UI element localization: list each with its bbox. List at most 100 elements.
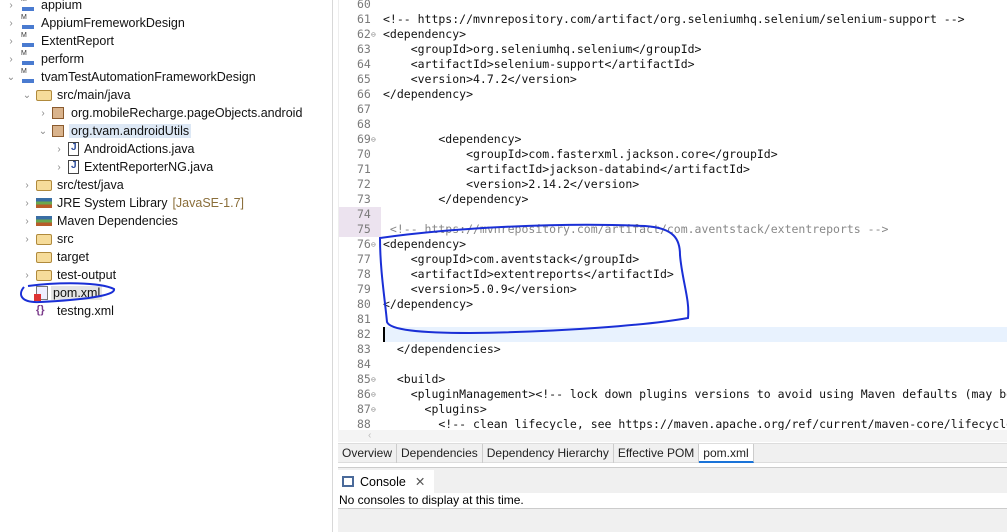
code-line[interactable] <box>383 312 1007 327</box>
chevron-right-icon[interactable]: › <box>4 36 18 47</box>
chevron-right-icon[interactable]: › <box>52 162 66 173</box>
chevron-down-icon[interactable]: ⌄ <box>4 72 18 83</box>
editor-tab[interactable]: Effective POM <box>614 444 700 463</box>
tree-item[interactable]: › AppiumFremeworkDesign <box>4 14 187 32</box>
tree-item-label: JRE System Library <box>57 196 168 210</box>
code-line[interactable]: </dependencies> <box>383 342 1007 357</box>
code-line[interactable]: <groupId>com.fasterxml.jackson.core</gro… <box>383 147 1007 162</box>
line-number-text: 64 <box>357 57 371 71</box>
line-number-text: 84 <box>357 357 371 371</box>
library-icon <box>36 216 52 226</box>
code-line[interactable]: <!-- https://mvnrepository.com/artifact/… <box>383 222 1007 237</box>
code-line[interactable]: <artifactId>jackson-databind</artifactId… <box>383 162 1007 177</box>
console-icon <box>342 476 354 487</box>
code-line[interactable]: </dependency> <box>383 297 1007 312</box>
tree-item-label: Maven Dependencies <box>57 214 178 228</box>
close-icon[interactable]: ✕ <box>415 474 425 489</box>
chevron-down-icon[interactable]: ⌄ <box>36 126 50 137</box>
fold-toggle-icon[interactable]: ⊖ <box>371 402 376 417</box>
tree-item[interactable]: ⌄ tvamTestAutomationFrameworkDesign <box>4 68 258 86</box>
fold-toggle-icon[interactable]: ⊖ <box>371 237 376 252</box>
code-line[interactable]: <version>2.14.2</version> <box>383 177 1007 192</box>
console-message: No consoles to display at this time. <box>338 493 1007 509</box>
tree-item[interactable]: › ExtentReport <box>4 32 116 50</box>
code-line[interactable] <box>383 207 1007 222</box>
chevron-right-icon[interactable]: › <box>52 144 66 155</box>
fold-toggle-icon[interactable]: ⊖ <box>371 387 376 402</box>
editor-tab[interactable]: Dependencies <box>397 444 483 463</box>
console-tab[interactable]: Console ✕ <box>338 470 434 493</box>
chevron-right-icon[interactable]: › <box>20 180 34 191</box>
line-number-text: 72 <box>357 177 371 191</box>
tree-item[interactable]: target <box>20 248 91 266</box>
tree-item[interactable]: ⌄ org.tvam.androidUtils <box>36 122 192 140</box>
tree-item[interactable]: {} testng.xml <box>20 302 116 320</box>
chevron-right-icon[interactable]: › <box>4 54 18 65</box>
code-line[interactable]: <build> <box>383 372 1007 387</box>
chevron-right-icon[interactable]: › <box>4 0 18 11</box>
tree-item[interactable]: › ExtentReporterNG.java <box>52 158 215 176</box>
tree-item[interactable]: ⌄ src/main/java <box>20 86 133 104</box>
line-number: 85 ⊖ <box>339 372 381 387</box>
code-line[interactable]: </dependency> <box>383 192 1007 207</box>
tree-item[interactable]: › JRE System Library [JavaSE-1.7] <box>20 194 244 212</box>
code-line[interactable]: <groupId>com.aventstack</groupId> <box>383 252 1007 267</box>
tree-item-label: AppiumFremeworkDesign <box>41 16 185 30</box>
code-line[interactable] <box>383 102 1007 117</box>
tree-item[interactable]: › src <box>20 230 76 248</box>
tree-item[interactable]: pom.xml <box>20 284 103 302</box>
code-line[interactable]: <!-- clean lifecycle, see https://maven.… <box>383 417 1007 430</box>
code-line[interactable]: </dependency> <box>383 87 1007 102</box>
code-line[interactable] <box>383 327 1007 342</box>
tree-item[interactable]: › src/test/java <box>20 176 126 194</box>
line-number: 68 <box>339 117 381 132</box>
code-line[interactable] <box>383 0 1007 12</box>
tree-item[interactable]: › perform <box>4 50 86 68</box>
editor-tab[interactable]: Overview <box>338 444 398 463</box>
line-number-text: 69 <box>357 132 371 146</box>
console-tab-label: Console <box>360 474 406 489</box>
chevron-right-icon[interactable]: › <box>4 18 18 29</box>
code-line[interactable]: <dependency> <box>383 132 1007 147</box>
code-line[interactable] <box>383 117 1007 132</box>
editor-tab[interactable]: Dependency Hierarchy <box>483 444 614 463</box>
line-number-text: 74 <box>357 207 371 221</box>
fold-toggle-icon[interactable]: ⊖ <box>371 132 376 147</box>
line-number-text: 78 <box>357 267 371 281</box>
tree-item[interactable]: › AndroidActions.java <box>52 140 196 158</box>
code-line[interactable]: <version>4.7.2</version> <box>383 72 1007 87</box>
code-line[interactable] <box>383 357 1007 372</box>
chevron-right-icon[interactable]: › <box>20 270 34 281</box>
tree-item[interactable]: › org.mobileRecharge.pageObjects.android <box>36 104 304 122</box>
code-line[interactable]: <dependency> <box>383 27 1007 42</box>
pom-xml-editor[interactable]: 60 61 62 ⊖ 63 64 65 66 67 68 69 ⊖ 70 71 72 73 74 75 76 ⊖ 77 7… <box>338 0 1007 430</box>
code-line[interactable]: <groupId>org.seleniumhq.selenium</groupI… <box>383 42 1007 57</box>
fold-toggle-icon[interactable]: ⊖ <box>371 27 376 42</box>
code-line[interactable]: <pluginManagement><!-- lock down plugins… <box>383 387 1007 402</box>
line-number-text: 70 <box>357 147 371 161</box>
chevron-right-icon[interactable]: › <box>20 198 34 209</box>
line-number: 76 ⊖ <box>339 237 381 252</box>
chevron-right-icon[interactable]: › <box>36 108 50 119</box>
line-number: 88 <box>339 417 381 430</box>
line-number: 66 <box>339 87 381 102</box>
code-line[interactable]: <plugins> <box>383 402 1007 417</box>
code-line[interactable]: <version>5.0.9</version> <box>383 282 1007 297</box>
code-line[interactable]: <artifactId>selenium-support</artifactId… <box>383 57 1007 72</box>
code-line[interactable]: <!-- https://mvnrepository.com/artifact/… <box>383 12 1007 27</box>
tree-item[interactable]: › Maven Dependencies <box>20 212 180 230</box>
horizontal-scrollbar[interactable]: ‹ <box>338 430 1007 442</box>
tree-item-label: org.mobileRecharge.pageObjects.android <box>71 106 303 120</box>
line-number-text: 68 <box>357 117 371 131</box>
tree-item[interactable]: › test-output <box>20 266 118 284</box>
fold-toggle-icon[interactable]: ⊖ <box>371 372 376 387</box>
code-line[interactable]: <dependency> <box>383 237 1007 252</box>
tree-item-label: pom.xml <box>51 286 103 300</box>
code-line[interactable]: <artifactId>extentreports</artifactId> <box>383 267 1007 282</box>
chevron-down-icon[interactable]: ⌄ <box>20 90 34 101</box>
editor-tab[interactable]: pom.xml <box>699 444 754 463</box>
chevron-right-icon[interactable]: › <box>20 234 34 245</box>
line-number: 64 <box>339 57 381 72</box>
chevron-right-icon[interactable]: › <box>20 216 34 227</box>
tree-item[interactable]: › appium <box>4 0 84 14</box>
